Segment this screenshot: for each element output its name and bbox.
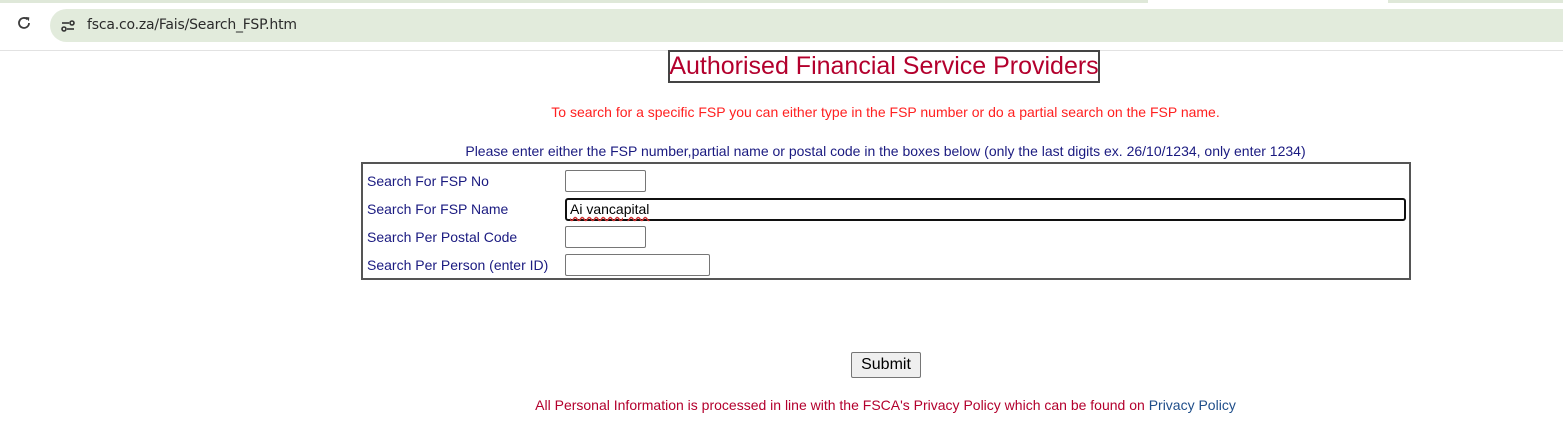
fsp-no-row: Search For FSP No — [367, 169, 646, 193]
search-hint: To search for a specific FSP you can eit… — [551, 104, 1220, 120]
person-id-input[interactable] — [565, 254, 710, 276]
person-id-label: Search Per Person (enter ID) — [367, 257, 549, 273]
fsp-name-label: Search For FSP Name — [367, 201, 509, 217]
fsp-no-input[interactable] — [565, 170, 646, 192]
fsp-name-input[interactable]: Ai vancapital — [565, 197, 1406, 221]
reload-icon — [16, 15, 32, 36]
tab-strip — [0, 0, 1563, 3]
privacy-notice: All Personal Information is processed in… — [0, 397, 1563, 413]
postal-code-row: Search Per Postal Code — [367, 225, 646, 249]
search-instructions: Please enter either the FSP number,parti… — [465, 143, 1306, 159]
fsp-no-label: Search For FSP No — [367, 173, 489, 189]
page-title: Authorised Financial Service Providers — [669, 52, 1099, 80]
address-bar[interactable]: fsca.co.za/Fais/Search_FSP.htm — [50, 9, 1563, 42]
privacy-policy-link[interactable]: Privacy Policy — [1149, 397, 1236, 413]
postal-code-label: Search Per Postal Code — [367, 229, 518, 245]
postal-code-input[interactable] — [565, 226, 646, 248]
browser-toolbar: fsca.co.za/Fais/Search_FSP.htm — [0, 0, 1563, 51]
person-id-row: Search Per Person (enter ID) — [367, 253, 710, 277]
reload-button[interactable] — [13, 14, 35, 36]
fsp-name-value: Ai vancapital — [570, 201, 650, 217]
url-text[interactable]: fsca.co.za/Fais/Search_FSP.htm — [87, 17, 297, 33]
page-title-box: Authorised Financial Service Providers — [668, 50, 1100, 83]
search-form: Search For FSP No Search For FSP Name Ai… — [361, 162, 1411, 280]
site-settings-icon[interactable] — [59, 17, 77, 35]
submit-button[interactable]: Submit — [851, 352, 921, 378]
privacy-text: All Personal Information is processed in… — [535, 397, 1149, 413]
fsp-name-row: Search For FSP Name Ai vancapital — [367, 197, 1406, 221]
